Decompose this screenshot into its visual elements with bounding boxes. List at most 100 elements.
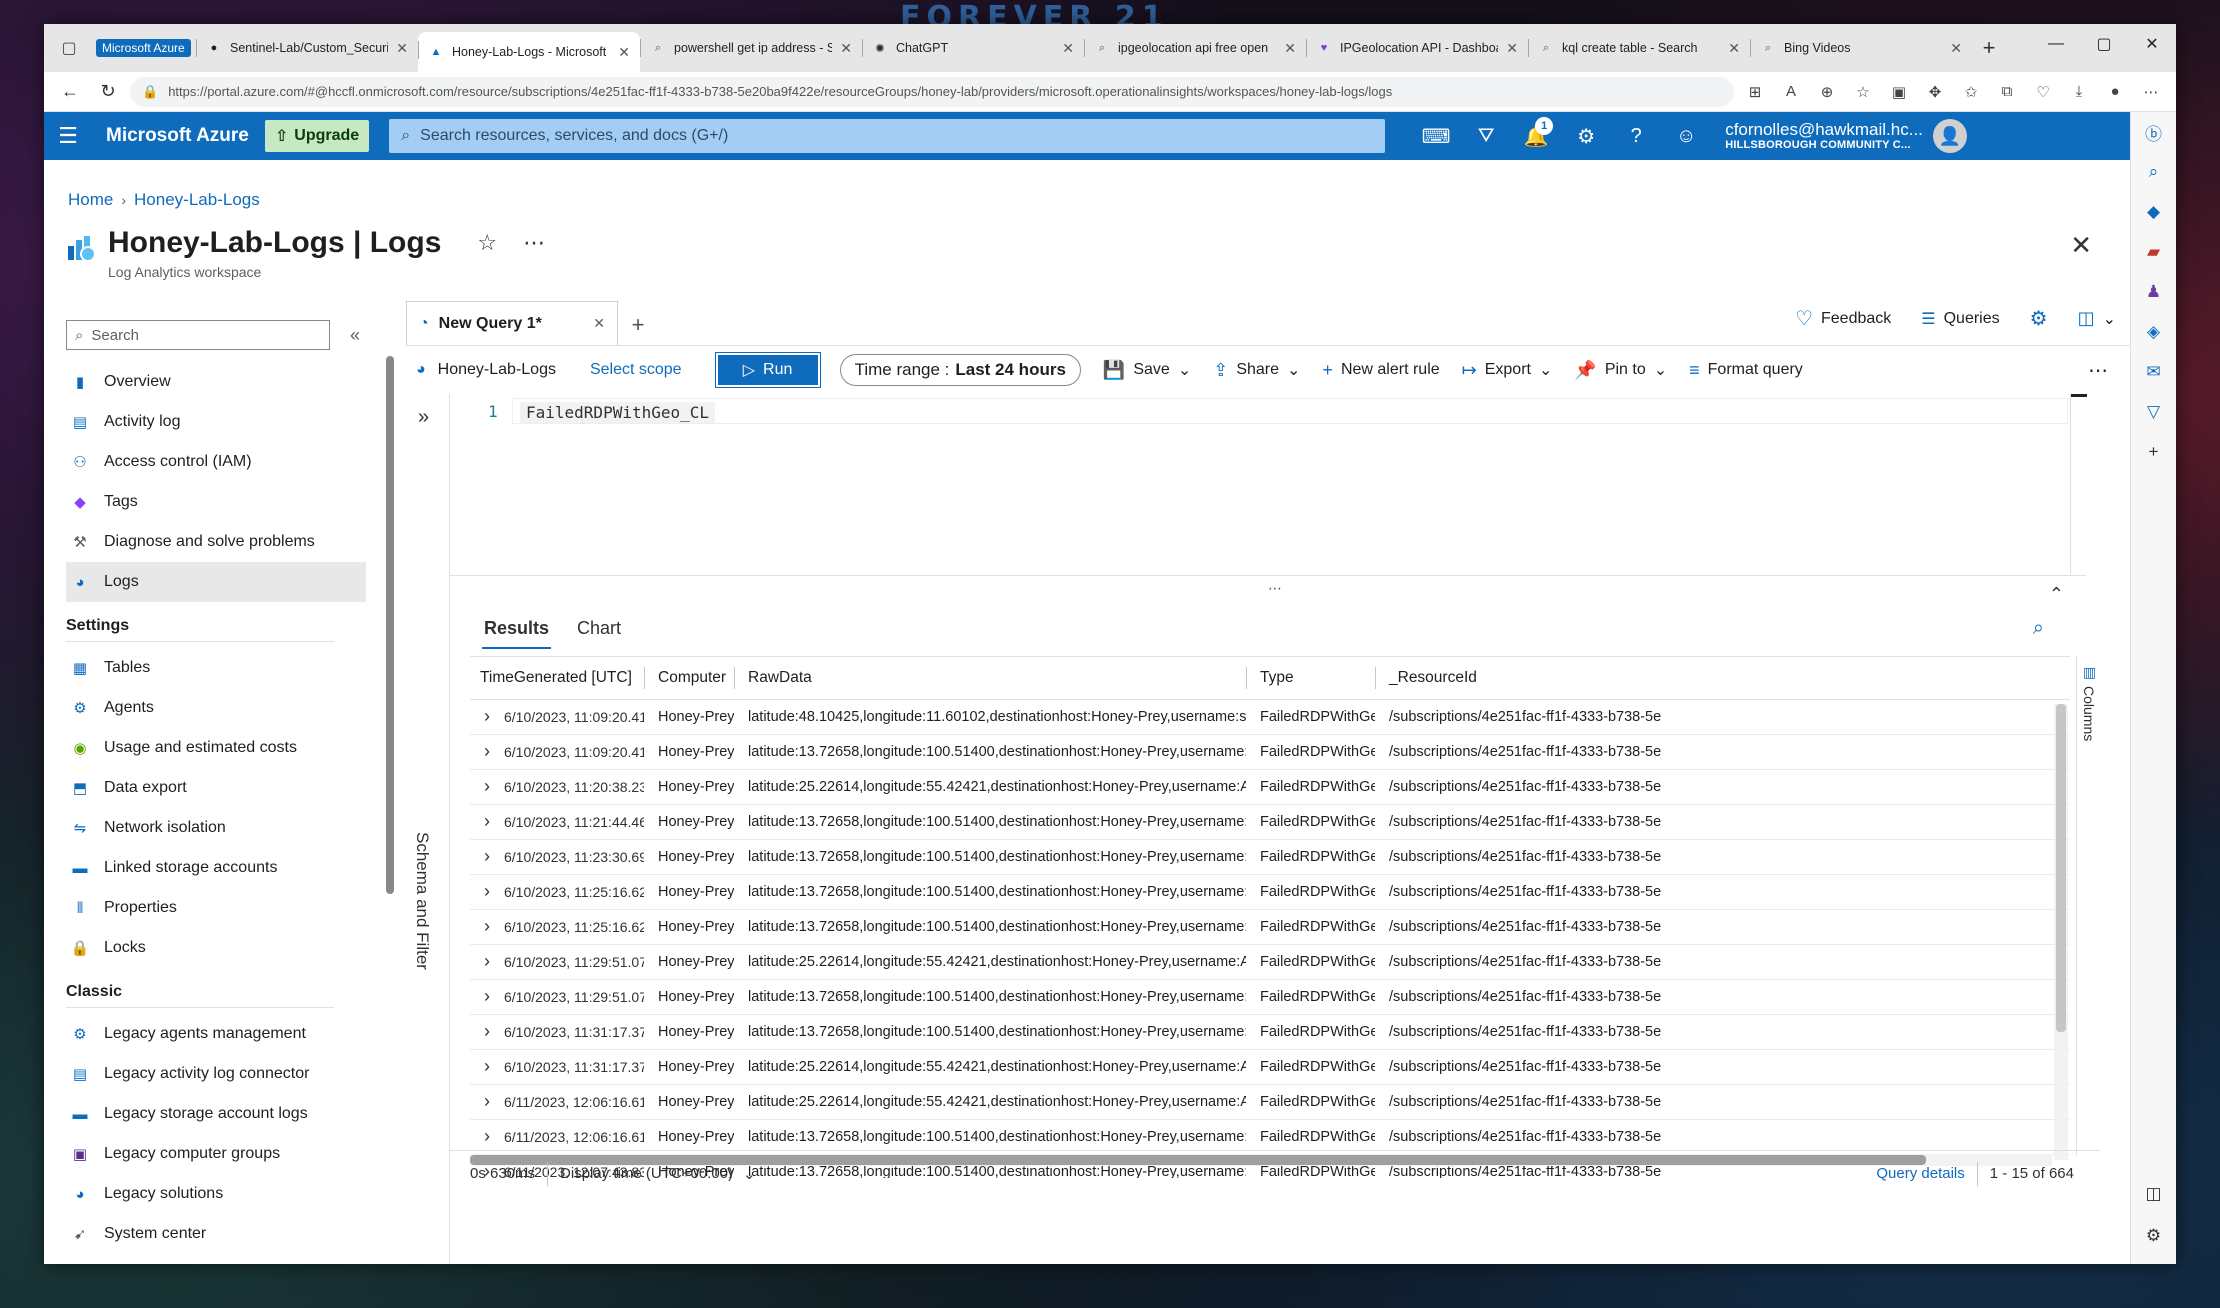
expand-row-icon[interactable]: ›	[484, 951, 504, 972]
bing-chat-icon[interactable]: ⓑ	[2131, 112, 2176, 152]
sidebar-item-legacy-computer-groups[interactable]: ▣ Legacy computer groups	[66, 1134, 366, 1174]
table-row[interactable]: ›6/10/2023, 11:29:51.079 PMHoney-Preylat…	[470, 979, 2070, 1015]
sidebar-item-legacy-storage-account-logs[interactable]: ▬ Legacy storage account logs	[66, 1094, 366, 1134]
table-row[interactable]: ›6/10/2023, 11:09:20.414 PMHoney-Preylat…	[470, 699, 2070, 735]
tab-new-query[interactable]: ◔ New Query 1* ✕	[406, 301, 618, 345]
menu-scrollbar[interactable]	[386, 356, 394, 894]
share-button[interactable]: ⇪ Share ⌄	[1213, 360, 1300, 381]
query-code[interactable]: FailedRDPWithGeo_CL	[520, 402, 716, 423]
close-window-icon[interactable]: ✕	[2128, 24, 2176, 64]
close-tab-icon[interactable]: ✕	[1506, 40, 1518, 57]
new-alert-rule-button[interactable]: + New alert rule	[1322, 360, 1439, 381]
expand-row-icon[interactable]: ›	[484, 706, 504, 727]
outlook-icon[interactable]: ✉	[2131, 352, 2176, 392]
browser-essentials-icon[interactable]: ♡	[2028, 77, 2058, 107]
sidebar-item-agents[interactable]: ⚙ Agents	[66, 688, 366, 728]
favorites-icon[interactable]: ✩	[1956, 77, 1986, 107]
directory-filter-icon[interactable]: ⛛	[1465, 115, 1507, 157]
sidebar-item-usage-and-estimated-costs[interactable]: ◉ Usage and estimated costs	[66, 728, 366, 768]
menu-search-input[interactable]: ⌕ Search	[66, 320, 330, 350]
time-range-picker[interactable]: Time range : Last 24 hours	[839, 354, 1081, 386]
expand-row-icon[interactable]: ›	[484, 881, 504, 902]
sidebar-item-access-control-iam[interactable]: ⚇ Access control (IAM)	[66, 442, 366, 482]
more-toolbar-icon[interactable]: ⋯	[2088, 358, 2108, 383]
table-vertical-scrollbar[interactable]	[2054, 704, 2068, 1160]
breadcrumb-current[interactable]: Honey-Lab-Logs	[134, 190, 260, 210]
save-button[interactable]: 💾 Save ⌄	[1103, 360, 1191, 381]
browser-tab[interactable]: ● Sentinel-Lab/Custom_Securit ✕	[196, 30, 418, 66]
sidebar-item-legacy-activity-log-connector[interactable]: ▤ Legacy activity log connector	[66, 1054, 366, 1094]
sidebar-settings-icon[interactable]: ⚙	[2131, 1216, 2176, 1256]
sidebar-item-legacy-agents-management[interactable]: ⚙ Legacy agents management	[66, 1014, 366, 1054]
browser-tab[interactable]: ⌕ kql create table - Search ✕	[1528, 30, 1750, 66]
table-row[interactable]: ›6/11/2023, 12:06:16.616 AMHoney-Preylat…	[470, 1084, 2070, 1120]
expand-row-icon[interactable]: ›	[484, 846, 504, 867]
columns-pane[interactable]: ▥ Columns	[2076, 656, 2104, 1156]
expand-row-icon[interactable]: ›	[484, 1091, 504, 1112]
sidebar-item-activity-log[interactable]: ▤ Activity log	[66, 402, 366, 442]
column-header[interactable]: TimeGenerated [UTC]	[470, 657, 644, 700]
close-tab-icon[interactable]: ✕	[1728, 40, 1740, 57]
browser-menu-icon[interactable]: ⋯	[2136, 77, 2166, 107]
notifications-icon[interactable]: 🔔 1	[1515, 115, 1557, 157]
layout-button[interactable]: ◫ ⌄	[2078, 308, 2116, 329]
collapse-menu-icon[interactable]: «	[350, 325, 360, 346]
settings-gear-icon[interactable]: ⚙	[1565, 115, 1607, 157]
table-row[interactable]: ›6/10/2023, 11:31:17.379 PMHoney-Preylat…	[470, 1049, 2070, 1085]
results-search-icon[interactable]: ⌕	[2033, 617, 2044, 640]
read-aloud-icon[interactable]: A	[1776, 77, 1806, 107]
expand-row-icon[interactable]: ›	[484, 986, 504, 1007]
sidebar-item-linked-storage-accounts[interactable]: ▬ Linked storage accounts	[66, 848, 366, 888]
global-search-input[interactable]: ⌕ Search resources, services, and docs (…	[389, 119, 1386, 153]
back-icon[interactable]: ←	[54, 76, 86, 108]
workspaces-icon[interactable]: ▢	[52, 31, 86, 65]
table-row[interactable]: ›6/10/2023, 11:23:30.690 PMHoney-Preylat…	[470, 839, 2070, 875]
table-row[interactable]: ›6/11/2023, 12:06:16.616 AMHoney-Preylat…	[470, 1119, 2070, 1155]
tab-chart[interactable]: Chart	[577, 618, 621, 639]
close-tab-icon[interactable]: ✕	[593, 315, 605, 332]
browser-tab[interactable]: ▲ Honey-Lab-Logs - Microsoft ✕	[418, 32, 640, 72]
close-tab-icon[interactable]: ✕	[618, 44, 630, 61]
browser-tab[interactable]: ⌕ Bing Videos ✕	[1750, 30, 1972, 66]
sidebar-item-properties[interactable]: ⦀ Properties	[66, 888, 366, 928]
query-details-link[interactable]: Query details	[1876, 1165, 1964, 1182]
table-row[interactable]: ›6/10/2023, 11:20:38.233 PMHoney-Preylat…	[470, 769, 2070, 805]
minimize-icon[interactable]: —	[2032, 24, 2080, 64]
expand-row-icon[interactable]: ›	[484, 1126, 504, 1147]
portal-menu-icon[interactable]: ☰	[44, 112, 92, 160]
browser-tab[interactable]: Microsoft Azure	[86, 30, 196, 66]
expand-row-icon[interactable]: ›	[484, 1021, 504, 1042]
close-tab-icon[interactable]: ✕	[396, 40, 408, 57]
close-tab-icon[interactable]: ✕	[1950, 40, 1962, 57]
browser-tab[interactable]: ⌕ powershell get ip address - S ✕	[640, 30, 862, 66]
account-info[interactable]: cfornolles@hawkmail.hc... HILLSBOROUGH C…	[1725, 120, 1923, 152]
select-scope-link[interactable]: Select scope	[590, 361, 682, 379]
sidebar-item-locks[interactable]: 🔒 Locks	[66, 928, 366, 968]
schema-filter-pane[interactable]: » Schema and Filter	[406, 394, 450, 1264]
upgrade-button[interactable]: ⇧ Upgrade	[264, 120, 370, 152]
display-time-dropdown[interactable]: Display time (UTC+00:00) ⌄	[560, 1165, 756, 1183]
close-tab-icon[interactable]: ✕	[1284, 40, 1296, 57]
collapse-editor-icon[interactable]: ⌃	[2049, 584, 2064, 605]
feedback-person-icon[interactable]: ☺	[1665, 115, 1707, 157]
search-icon[interactable]: ⌕	[2131, 152, 2176, 192]
queries-button[interactable]: ☰ Queries	[1921, 309, 1999, 329]
downloads-icon[interactable]: ⤓	[2064, 77, 2094, 107]
shopping-tag-icon[interactable]: ◆	[2131, 192, 2176, 232]
expand-schema-icon[interactable]: »	[418, 406, 429, 429]
run-button[interactable]: ▷ Run	[715, 353, 820, 387]
close-icon[interactable]: ✕	[2070, 230, 2092, 261]
azure-brand[interactable]: Microsoft Azure	[92, 125, 265, 147]
sidebar-toggle-icon[interactable]: ◫	[2131, 1174, 2176, 1214]
add-sidebar-icon[interactable]: +	[2131, 432, 2176, 472]
drop-icon[interactable]: ▽	[2131, 392, 2176, 432]
sidebar-item-tags[interactable]: ◆ Tags	[66, 482, 366, 522]
avatar[interactable]: 👤	[1932, 119, 1967, 153]
help-icon[interactable]: ?	[1615, 115, 1657, 157]
sidebar-item-tables[interactable]: ▦ Tables	[66, 648, 366, 688]
column-header[interactable]: Type	[1246, 657, 1375, 700]
games-icon[interactable]: ♟	[2131, 272, 2176, 312]
query-editor[interactable]: 1 FailedRDPWithGeo_CL ⌃	[450, 394, 2087, 604]
table-row[interactable]: ›6/10/2023, 11:09:20.414 PMHoney-Preylat…	[470, 734, 2070, 770]
add-query-tab-button[interactable]: +	[618, 305, 658, 345]
